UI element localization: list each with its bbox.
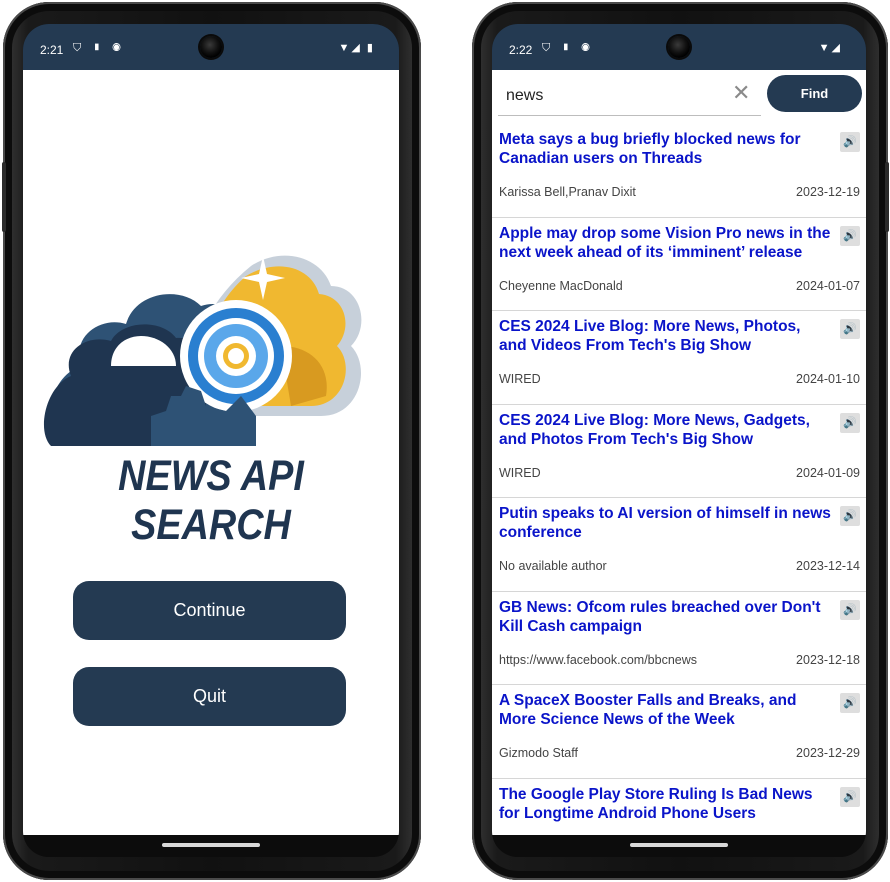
status-time: 2:22 (509, 43, 533, 57)
screen-left: 2:21 ⛉ ▮ ◉ ▼◢ ▮ NEWS API SEARCH Continue… (23, 24, 399, 857)
navigation-bar (23, 835, 399, 857)
list-item[interactable]: Putin speaks to AI version of himself in… (492, 498, 866, 592)
notification-icons: ⛉ ▮ ◉ (542, 42, 594, 54)
results-list[interactable]: Meta says a bug briefly blocked news for… (492, 124, 866, 835)
logo-text: NEWS API SEARCH (118, 452, 304, 549)
speaker-icon[interactable]: 🔊 (840, 506, 860, 526)
list-item[interactable]: GB News: Ofcom rules breached over Don't… (492, 592, 866, 685)
find-button[interactable]: Find (767, 75, 862, 112)
speaker-icon[interactable]: 🔊 (840, 225, 860, 246)
article-author: Gizmodo Staff (499, 746, 578, 760)
quit-button[interactable]: Quit (73, 667, 346, 726)
status-bar: 2:21 ⛉ ▮ ◉ ▼◢ ▮ (23, 24, 399, 70)
volume-button (2, 162, 6, 232)
speaker-icon[interactable]: 🔊 (840, 412, 860, 433)
article-date: 2024-01-07 (796, 278, 860, 293)
article-date: 2023-12-14 (796, 559, 860, 573)
continue-button[interactable]: Continue (73, 581, 346, 640)
article-title[interactable]: Apple may drop some Vision Pro news in t… (499, 224, 831, 262)
article-author: No available author (499, 559, 607, 573)
article-author: Karissa Bell,Pranav Dixit (499, 185, 636, 199)
article-author: WIRED (499, 372, 541, 386)
navigation-bar (492, 835, 866, 857)
search-bar: ✕ Find (492, 70, 866, 124)
list-item[interactable]: Meta says a bug briefly blocked news for… (492, 124, 866, 218)
article-date: 2024-01-10 (796, 372, 860, 386)
app-logo: NEWS API SEARCH (41, 246, 381, 549)
article-date: 2023-12-18 (796, 652, 860, 667)
speaker-icon[interactable]: 🔊 (840, 132, 860, 152)
search-screen: ✕ Find Meta says a bug briefly blocked n… (492, 70, 866, 835)
article-author: https://www.facebook.com/bbcnews (499, 652, 698, 667)
clear-icon[interactable]: ✕ (732, 82, 750, 104)
article-date: 2023-12-29 (796, 746, 860, 760)
speaker-icon[interactable]: 🔊 (840, 599, 860, 620)
speaker-icon[interactable]: 🔊 (840, 319, 860, 339)
list-item[interactable]: A SpaceX Booster Falls and Breaks, and M… (492, 685, 866, 779)
volume-button (885, 162, 889, 232)
speaker-icon[interactable]: 🔊 (840, 693, 860, 713)
article-title[interactable]: The Google Play Store Ruling Is Bad News… (499, 785, 831, 823)
article-title[interactable]: CES 2024 Live Blog: More News, Gadgets, … (499, 411, 831, 449)
list-item[interactable]: The Google Play Store Ruling Is Bad News… (492, 779, 866, 836)
signal-battery-icons: ▼◢ ▮ (338, 42, 375, 54)
logo-graphic-icon (43, 255, 362, 446)
status-bar: 2:22 ⛉ ▮ ◉ ▼◢ (492, 24, 866, 70)
phone-frame-left: 2:21 ⛉ ▮ ◉ ▼◢ ▮ NEWS API SEARCH Continue… (2, 2, 421, 880)
front-camera (200, 36, 222, 58)
article-title[interactable]: Meta says a bug briefly blocked news for… (499, 130, 831, 168)
home-gesture-handle[interactable] (630, 843, 728, 847)
phone-frame-right: 2:22 ⛉ ▮ ◉ ▼◢ ✕ Find Meta says a bug bri… (472, 2, 889, 880)
speaker-icon[interactable]: 🔊 (840, 786, 860, 807)
signal-icons: ▼◢ (818, 42, 842, 54)
front-camera (668, 36, 690, 58)
article-author: Cheyenne MacDonald (499, 278, 623, 293)
article-title[interactable]: A SpaceX Booster Falls and Breaks, and M… (499, 691, 831, 729)
article-title[interactable]: GB News: Ofcom rules breached over Don't… (499, 598, 831, 636)
notification-icons: ⛉ ▮ ◉ (73, 42, 125, 54)
welcome-screen: NEWS API SEARCH Continue Quit (23, 70, 399, 835)
screen-right: 2:22 ⛉ ▮ ◉ ▼◢ ✕ Find Meta says a bug bri… (492, 24, 866, 857)
article-date: 2023-12-19 (796, 185, 860, 199)
status-time: 2:21 (40, 43, 64, 57)
list-item[interactable]: CES 2024 Live Blog: More News, Photos, a… (492, 311, 866, 405)
home-gesture-handle[interactable] (162, 843, 260, 847)
article-title[interactable]: Putin speaks to AI version of himself in… (499, 504, 831, 542)
article-title[interactable]: CES 2024 Live Blog: More News, Photos, a… (499, 317, 831, 355)
article-date: 2024-01-09 (796, 465, 860, 480)
list-item[interactable]: CES 2024 Live Blog: More News, Gadgets, … (492, 405, 866, 498)
search-input[interactable] (498, 76, 761, 116)
article-author: WIRED (499, 465, 541, 480)
list-item[interactable]: Apple may drop some Vision Pro news in t… (492, 218, 866, 311)
